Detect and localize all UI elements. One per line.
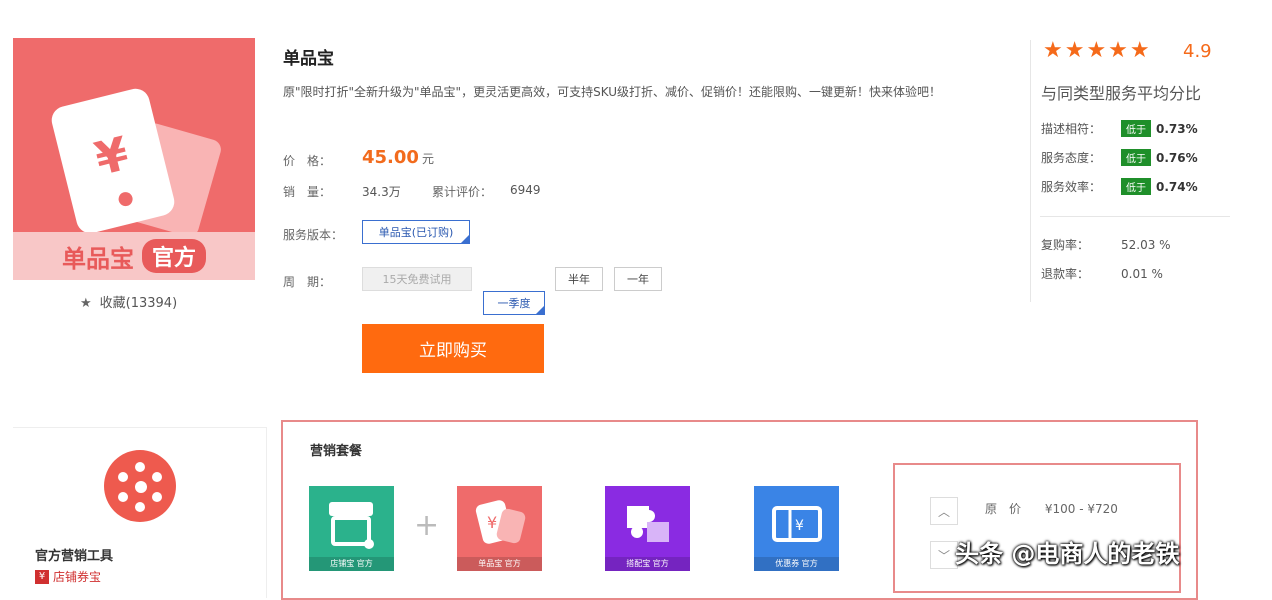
app-single-bao[interactable]: ¥ 单品宝 官方 xyxy=(457,486,542,571)
rating-row: 服务效率： 低于 0.74% xyxy=(1041,178,1198,195)
rating-badge: 低于 xyxy=(1121,149,1151,166)
vertical-divider xyxy=(1030,40,1031,302)
sales-label: 销 量： xyxy=(283,185,332,199)
price-range: 原 价 ¥100 - ¥720 xyxy=(985,500,1118,517)
section-title: 营销套餐 xyxy=(310,444,363,459)
rating-row: 描述相符： 低于 0.73% xyxy=(1041,120,1198,137)
sales-value: 34.3万 xyxy=(362,185,401,199)
rating-row-label: 服务态度： xyxy=(1041,151,1102,165)
period-option-year[interactable]: 一年 xyxy=(614,267,662,291)
buy-now-button[interactable]: 立即购买 xyxy=(362,324,544,373)
app-caption: 店铺宝 官方 xyxy=(309,557,394,571)
coupon-link[interactable]: ¥ 店铺券宝 xyxy=(35,568,101,585)
period-option-halfyear[interactable]: 半年 xyxy=(555,267,603,291)
reviews-label: 累计评价： xyxy=(432,185,493,199)
stat-value: 52.03 % xyxy=(1121,237,1171,252)
product-description: 原"限时打折"全新升级为"单品宝"，更灵活更高效，可支持SKU级打折、减价、促销… xyxy=(283,85,942,99)
price-value: 45.00 元 xyxy=(362,147,434,168)
svg-text:¥: ¥ xyxy=(795,518,804,534)
stat-value: 0.01 % xyxy=(1121,266,1163,281)
stat-row: 退款率： 0.01 % xyxy=(1041,265,1163,282)
rating-badge: 低于 xyxy=(1121,178,1151,195)
stat-label: 复购率： xyxy=(1041,238,1090,252)
rating-score: 4.9 xyxy=(1183,41,1212,62)
app-caption: 单品宝 官方 xyxy=(457,557,542,571)
stat-row: 复购率： 52.03 % xyxy=(1041,236,1171,253)
scroll-down-button[interactable]: ﹀ xyxy=(930,541,958,569)
rating-badge: 低于 xyxy=(1121,120,1151,137)
rating-row-label: 服务效率： xyxy=(1041,180,1102,194)
version-option[interactable]: 单品宝(已订购) xyxy=(362,220,470,244)
rating-row-label: 描述相符： xyxy=(1041,122,1102,136)
app-coupon[interactable]: ¥ 优惠券 官方 xyxy=(754,486,839,571)
app-combo-bao[interactable]: 搭配宝 官方 xyxy=(605,486,690,571)
horizontal-divider xyxy=(1040,216,1230,217)
product-logo: ¥ 单品宝 官方 xyxy=(13,38,255,280)
reviews-value: 6949 xyxy=(510,183,541,197)
app-caption: 搭配宝 官方 xyxy=(605,557,690,571)
period-option-quarter[interactable]: 一季度 xyxy=(483,291,545,315)
price-range-label: 原 价 xyxy=(985,502,1022,516)
rating-stars-icon: ★★★★★ xyxy=(1043,38,1152,63)
logo-band: 单品宝 官方 xyxy=(13,232,255,280)
coupon-icon: ¥ xyxy=(35,569,49,584)
app-caption: 优惠券 官方 xyxy=(754,557,839,571)
tools-title: 官方营销工具 xyxy=(35,549,114,564)
logo-text: 单品宝 xyxy=(61,244,134,273)
yen-tag-icon: ¥ xyxy=(48,85,178,237)
marketing-tools-icon xyxy=(104,450,176,522)
period-option-trial[interactable]: 15天免费试用 xyxy=(362,267,472,291)
svg-text:¥: ¥ xyxy=(487,513,497,532)
favorite-button[interactable]: ★ 收藏(13394) xyxy=(80,292,177,311)
price-number: 45.00 xyxy=(362,147,419,168)
rating-subtitle: 与同类型服务平均分比 xyxy=(1041,84,1202,103)
logo-official-badge: 官方 xyxy=(141,239,206,273)
rating-value: 0.76% xyxy=(1156,150,1198,165)
plus-icon: + xyxy=(414,508,440,543)
package-price-box xyxy=(893,463,1181,593)
app-store-bao[interactable]: 店铺宝 官方 xyxy=(309,486,394,571)
price-range-value: ¥100 - ¥720 xyxy=(1044,502,1118,516)
rating-value: 0.73% xyxy=(1156,121,1198,136)
product-title: 单品宝 xyxy=(283,49,334,69)
scroll-up-button[interactable]: ︿ xyxy=(930,497,958,525)
favorite-count: 收藏(13394) xyxy=(99,296,178,311)
rating-row: 服务态度： 低于 0.76% xyxy=(1041,149,1198,166)
coupon-label: 店铺券宝 xyxy=(53,570,102,584)
star-icon: ★ xyxy=(80,296,92,311)
stat-label: 退款率： xyxy=(1041,267,1090,281)
rating-value: 0.74% xyxy=(1156,179,1198,194)
price-unit: 元 xyxy=(421,152,434,166)
period-label: 周 期： xyxy=(283,275,332,289)
price-label: 价 格： xyxy=(283,154,332,168)
watermark: 头条 @电商人的老铁 xyxy=(955,540,1180,568)
version-label: 服务版本： xyxy=(283,228,344,242)
